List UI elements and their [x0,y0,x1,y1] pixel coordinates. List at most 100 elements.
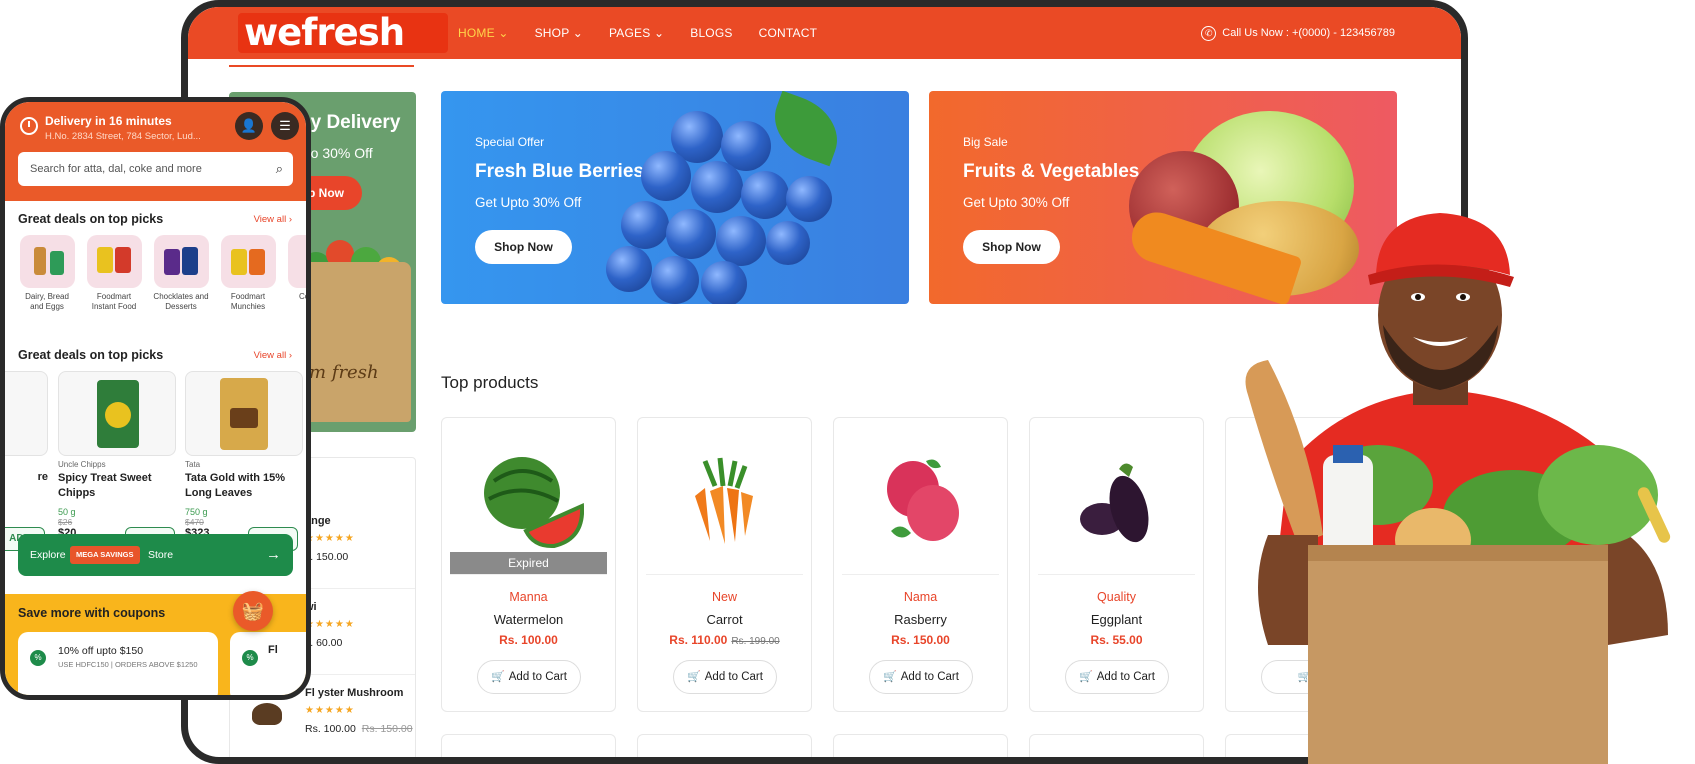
mobile-product-card[interactable]: Uncle Chipps Spicy Treat Sweet Chipps 50… [58,371,176,539]
product-image [5,371,48,456]
left-promo-title: ny Delivery [299,112,401,133]
category-item[interactable]: Foodmart Instant Food [85,235,143,312]
mobile-header: Delivery in 16 minutes H.No. 2834 Street… [5,102,306,201]
mobile-product-card[interactable]: re [5,371,48,531]
shop-now-button[interactable]: Shop Now [475,230,572,264]
product-name[interactable]: Rasberry [834,612,1007,627]
category-image [153,235,209,288]
mobile-app-frame: Delivery in 16 minutes H.No. 2834 Street… [0,97,311,700]
product-name[interactable]: Carrot [638,612,811,627]
category-item[interactable]: Foodmart Munchies [219,235,277,312]
blueberry-banner[interactable]: Special Offer Fresh Blue Berries Get Upt… [441,91,909,304]
price: Rs. 55.00 [1090,633,1143,647]
watermelon-icon [483,457,584,549]
mobile-product-card[interactable]: Tata Tata Gold with 15% Long Leaves 750 … [185,371,303,539]
category-image [19,235,75,288]
section-title: Great deals on top picks [18,212,164,226]
nav-home[interactable]: HOME ⌄ [458,26,509,40]
product-category: Manna [509,590,548,604]
nav-pages[interactable]: PAGES ⌄ [609,26,664,40]
view-all-link[interactable]: View all › [254,350,292,361]
add-to-cart-label: Add to Cart [900,671,959,683]
category-label: Foodmart Instant Food [91,292,137,311]
view-all-link[interactable]: View all › [254,214,292,225]
call-now[interactable]: ✆ Call Us Now : +(0000) - 123456789 [1201,7,1395,59]
explore-store-banner[interactable]: Explore MEGA SAVINGS Store → [18,534,293,576]
phone-icon: ✆ [1201,25,1217,41]
product-card[interactable] [637,734,812,757]
product-card[interactable] [441,734,616,757]
cart-icon: 🛒 [491,671,505,683]
price: Rs. 100.00 [499,633,558,647]
product-card[interactable]: New Carrot Rs. 110.00 Rs. 199.00 🛒 Add to … [637,417,812,712]
category-item[interactable]: Cold and [286,235,310,302]
eggplant-icon [1079,463,1148,543]
product-image [646,428,803,575]
product-brand: Uncle Chipps [58,460,106,469]
product-brand: Tata [185,460,201,469]
nav-blogs[interactable]: BLOGS [690,26,732,40]
add-to-cart-button[interactable]: 🛒 Add to Cart [1065,660,1169,694]
expired-badge: Expired [450,552,607,574]
search-placeholder: Search for atta, dal, coke and more [30,163,202,175]
product-category: New [711,590,737,604]
coupon-card[interactable]: % Fl [230,632,306,695]
basket-icon[interactable]: 🧺 [233,591,273,631]
rating-stars: ★★★★★ [305,619,355,630]
rating-stars: ★★★★★ [305,533,355,544]
banner-offer: Get Upto 30% Off [475,195,582,210]
price: Rs. 100.00 [305,723,356,735]
product-category: Quality [1097,590,1136,604]
price: Rs. 150.00 [891,633,950,647]
old-price: Rs. 199.00 [731,636,780,647]
category-item[interactable]: Chocklates and Desserts [152,235,210,312]
product-card[interactable]: Expired Manna Watermelon Rs. 100.00 🛒 Add… [441,417,616,712]
product-card[interactable] [1029,734,1204,757]
add-to-cart-button[interactable]: 🛒 Add to Cart [869,660,973,694]
add-to-cart-button[interactable]: 🛒 Add to Cart [673,660,777,694]
divider [229,65,414,67]
search-icon[interactable]: ⌕ [276,161,283,177]
nav-shop[interactable]: SHOP ⌄ [535,26,583,40]
coupon-card[interactable]: % 10% off upto $150 USE HDFC150 | ORDERS… [18,632,218,695]
product-name: re [37,471,48,483]
product-image [185,371,303,456]
product-name: Tata Gold with 15% Long Leaves [185,472,286,499]
product-card[interactable]: Nama Rasberry Rs. 150.00 🛒 Add to Cart [833,417,1008,712]
banner-title: Fresh Blue Berries [475,161,644,182]
menu-icon[interactable]: ☰ [271,112,299,140]
banner-offer: Get Upto 30% Off [963,195,1070,210]
product-name[interactable]: Eggplant [1030,612,1203,627]
coupon-subtitle: USE HDFC150 | ORDERS ABOVE $1250 [58,660,198,669]
nav-contact[interactable]: CONTACT [759,26,818,40]
category-label: Cold and [298,292,310,301]
arrow-right-icon: → [266,546,281,563]
product-name: Spicy Treat Sweet Chipps [58,472,152,499]
add-to-cart-button[interactable]: 🛒 Add to Cart [477,660,581,694]
user-icon[interactable]: 👤 [235,112,263,140]
search-input[interactable]: Search for atta, dal, coke and more ⌕ [18,152,293,186]
price: s. 150.00 [305,551,349,563]
logo[interactable]: wefresh [238,13,448,53]
clock-icon [20,117,38,135]
side-item-price: Rs. 100.00 Rs. 150.00 [305,723,413,735]
raspberry-icon [886,459,959,541]
product-card[interactable] [833,734,1008,757]
category-label: Foodmart Munchies [230,292,266,311]
category-item[interactable]: Dairy, Bread and Eggs [18,235,76,312]
mushroom-image [252,703,282,725]
product-card[interactable]: Quality Eggplant Rs. 55.00 🛒 Add to Cart [1029,417,1204,712]
percent-icon: % [30,650,46,666]
delivery-address[interactable]: H.No. 2834 Street, 784 Sector, Lud... [45,131,201,142]
old-price: $26 [58,517,73,527]
category-label: Dairy, Bread and Eggs [25,292,69,311]
section-title: Great deals on top picks [18,348,164,362]
old-price: Rs. 150.00 [361,723,413,735]
coupon-title: Fl [268,644,278,656]
delivery-time: Delivery in 16 minutes [45,114,172,128]
product-name[interactable]: Watermelon [442,612,615,627]
category-image [287,235,306,288]
cart-icon: 🛒 [687,671,701,683]
shop-now-button[interactable]: Shop Now [963,230,1060,264]
rating-stars: ★★★★★ [305,705,355,716]
